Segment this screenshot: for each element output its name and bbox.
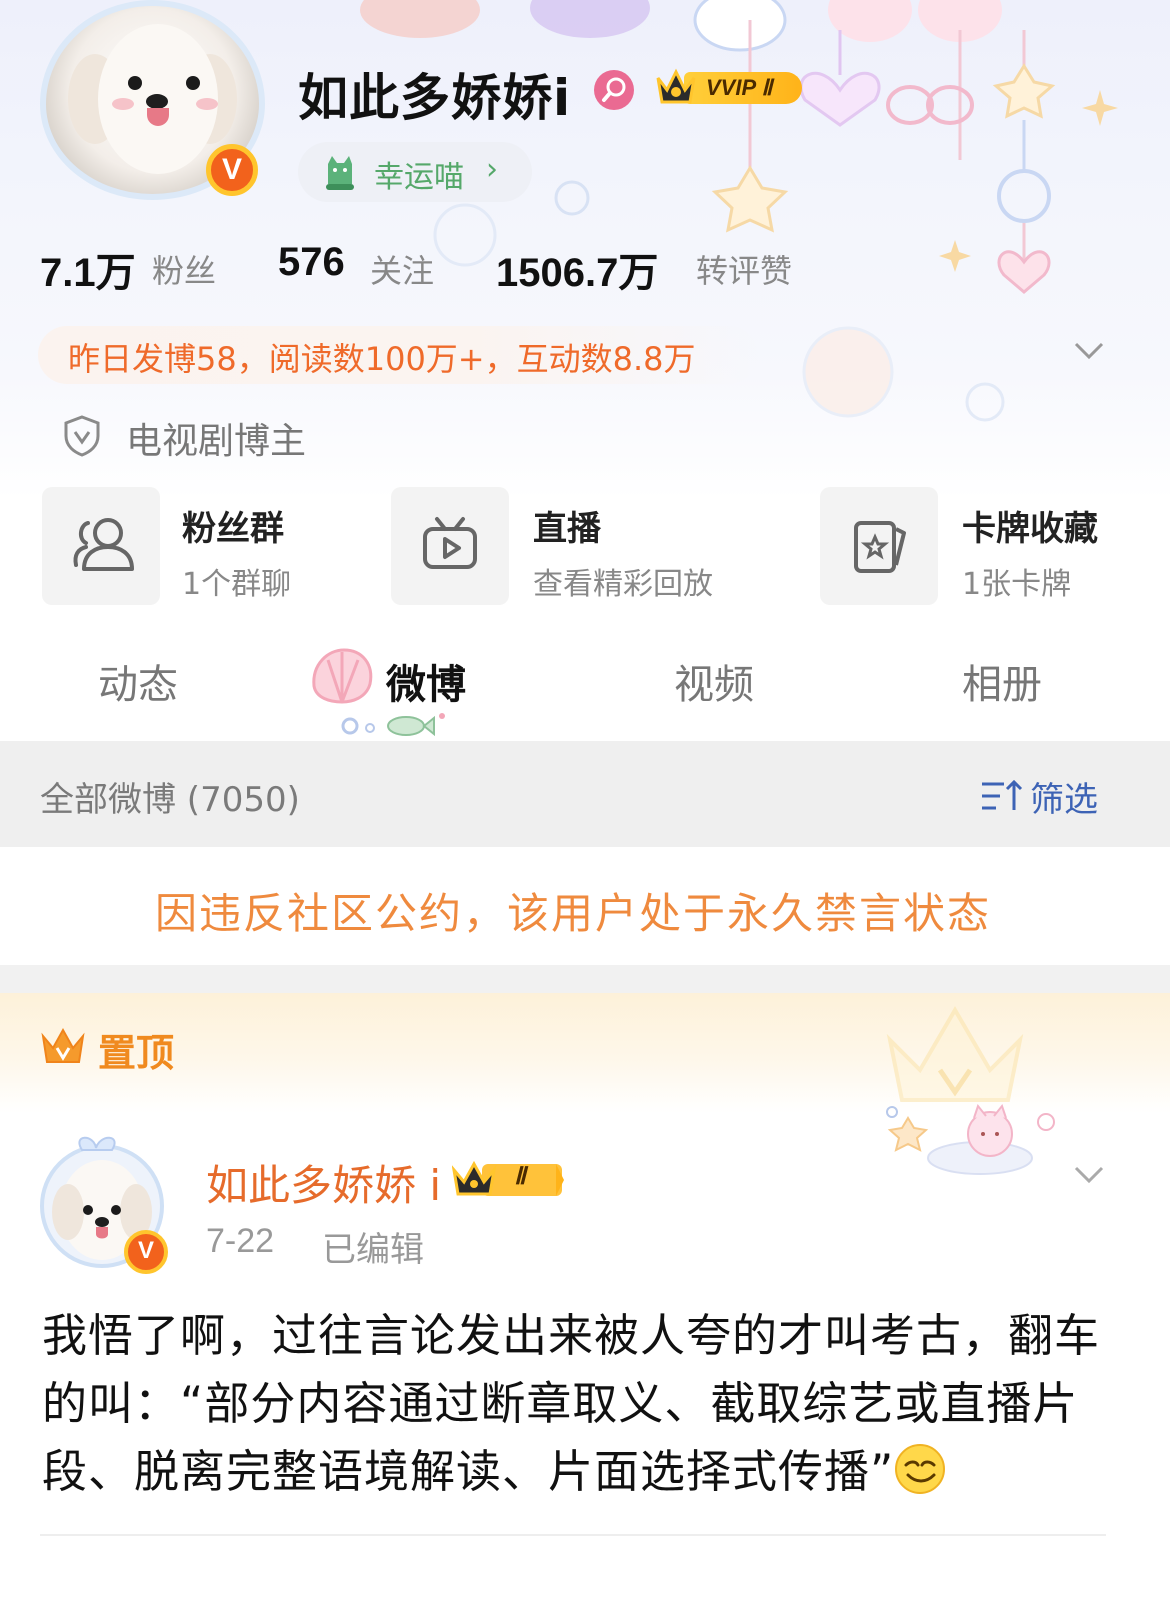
tab-video[interactable]: 视频 [674, 652, 754, 710]
card-collection-subtitle: 1张卡牌 [962, 567, 1072, 602]
interactions-count[interactable]: 1506.7万 [496, 240, 658, 298]
vvip-badge[interactable]: VVIP Ⅱ [654, 66, 804, 108]
section-divider [0, 965, 1170, 993]
lucky-cat-badge[interactable]: 幸运喵 › [298, 142, 532, 202]
fan-group-title: 粉丝群 [182, 509, 284, 549]
following-count[interactable]: 576 [278, 240, 345, 285]
card-icon [820, 487, 938, 605]
vvip-label: VVIP Ⅱ [684, 72, 802, 104]
tv-icon [391, 487, 509, 605]
fish-decoration-icon [341, 713, 445, 737]
chevron-right-icon: › [486, 152, 498, 187]
people-icon [42, 487, 160, 605]
following-label[interactable]: 关注 [370, 246, 434, 292]
fan-group-subtitle: 1个群聊 [182, 567, 292, 602]
shield-icon [64, 415, 100, 457]
tab-weibo[interactable]: 微博 [386, 652, 466, 710]
live-title: 直播 [533, 509, 601, 549]
profile-name: 如此多娇娇i [298, 69, 572, 127]
crown-icon [656, 68, 696, 104]
post-author-name[interactable]: 如此多娇娇 i [206, 1152, 441, 1213]
followers-count[interactable]: 7.1万 [40, 240, 136, 298]
chevron-down-icon[interactable] [1074, 1160, 1104, 1190]
crown-icon [41, 1027, 85, 1063]
tab-dynamic[interactable]: 动态 [98, 652, 178, 710]
verified-badge: V [206, 144, 258, 196]
role-label: 电视剧博主 [126, 421, 307, 462]
followers-label[interactable]: 粉丝 [152, 246, 216, 292]
crown-decoration-icon [886, 1006, 1024, 1102]
cloud-cat-decoration-icon [886, 1103, 1055, 1175]
cat-icon [326, 156, 354, 190]
post-verified-badge: V [124, 1230, 168, 1274]
ban-notice: 因违反社区公约，该用户处于永久禁言状态 [154, 889, 991, 938]
lucky-label: 幸运喵 [374, 160, 464, 195]
card-collection-title: 卡牌收藏 [962, 509, 1098, 549]
pinned-label: 置顶 [98, 1031, 175, 1075]
activity-summary-text: 昨日发博58，阅读数100万+，互动数8.8万 [68, 340, 696, 378]
post-edited-label[interactable]: 已编辑 [322, 1222, 424, 1271]
tab-album[interactable]: 相册 [962, 652, 1042, 710]
live-subtitle: 查看精彩回放 [533, 567, 713, 602]
all-posts-count[interactable]: 全部微博 (7050) [40, 772, 300, 821]
smirk-emoji-icon [895, 1444, 946, 1494]
member-badge-icon[interactable] [452, 1158, 564, 1200]
filter-icon[interactable] [980, 778, 1024, 814]
profile-page: V 如此多娇娇i VVIP Ⅱ 幸运喵 › 7.1万 粉丝 576 关注 150… [0, 0, 1170, 1601]
chevron-down-icon[interactable] [1074, 336, 1104, 366]
interactions-label[interactable]: 转评赞 [696, 246, 792, 292]
shell-icon [312, 648, 373, 704]
post-divider [40, 1534, 1106, 1536]
filter-button[interactable]: 筛选 [1030, 772, 1098, 821]
pink-badge-icon[interactable] [594, 70, 634, 110]
member-badge-label: Ⅱ [514, 1163, 526, 1190]
post-body[interactable]: 我悟了啊，过往言论发出来被人夸的才叫考古，翻车的叫：“部分内容通过断章取义、截取… [42, 1302, 1122, 1506]
post-date: 7-22 [206, 1222, 275, 1260]
